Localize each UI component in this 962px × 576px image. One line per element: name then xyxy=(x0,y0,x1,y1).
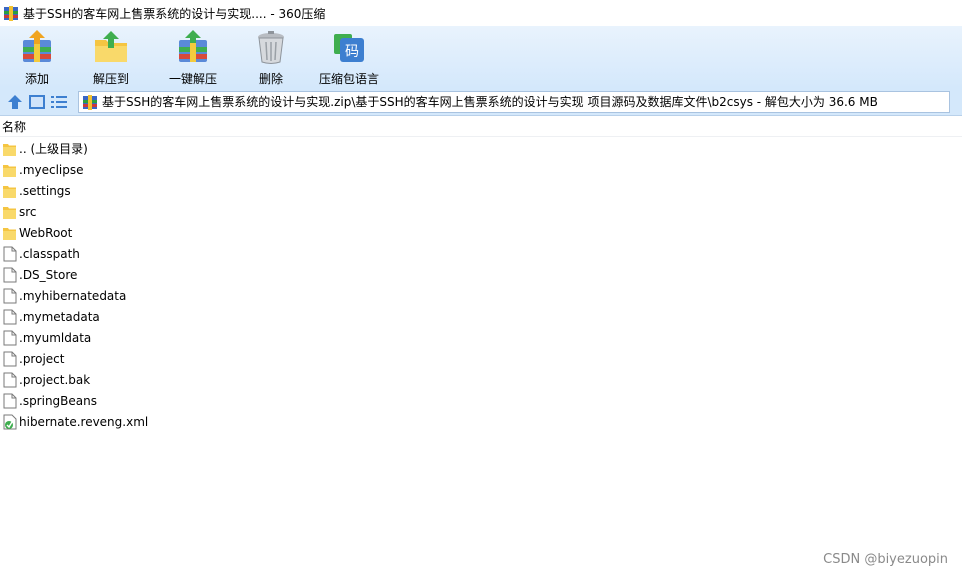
archive-language-button[interactable]: 码 压缩包语言 xyxy=(310,26,388,88)
list-item[interactable]: WebRoot xyxy=(0,222,962,243)
file-list: .. (上级目录) .myeclipse .settings src WebRoot .c… xyxy=(0,138,962,432)
archive-file-icon xyxy=(83,94,97,110)
icon-view-button[interactable] xyxy=(26,91,48,113)
file-icon xyxy=(3,288,17,303)
file-name: src xyxy=(19,204,37,219)
extract-to-label: 解压到 xyxy=(92,72,129,86)
address-row: 基于SSH的客车网上售票系统的设计与实现.zip\基于SSH的客车网上售票系统的… xyxy=(0,88,962,116)
list-item[interactable]: .springBeans xyxy=(0,390,962,411)
list-item[interactable]: .mymetadata xyxy=(0,306,962,327)
file-name: WebRoot xyxy=(19,225,73,240)
file-name: .myumldata xyxy=(19,330,92,345)
file-icon xyxy=(3,246,17,261)
file-icon xyxy=(3,351,17,366)
archive-language-icon: 码 xyxy=(334,34,364,62)
file-name: .settings xyxy=(19,183,71,198)
list-item[interactable]: .project xyxy=(0,348,962,369)
folder-icon xyxy=(3,164,16,177)
trash-can-icon xyxy=(258,31,284,64)
list-item[interactable]: .project.bak xyxy=(0,369,962,390)
file-icon xyxy=(3,267,17,282)
file-name: .myeclipse xyxy=(19,162,84,177)
list-item[interactable]: .settings xyxy=(0,180,962,201)
list-item[interactable]: .classpath xyxy=(0,243,962,264)
address-path: 基于SSH的客车网上售票系统的设计与实现.zip\基于SSH的客车网上售票系统的… xyxy=(102,95,878,109)
file-name: .project.bak xyxy=(19,372,91,387)
archive-app-icon xyxy=(4,6,18,21)
delete-button[interactable]: 删除 xyxy=(236,26,306,88)
archive-language-glyph: 码 xyxy=(345,44,359,60)
file-name: hibernate.reveng.xml xyxy=(19,414,149,429)
one-click-extract-icon xyxy=(179,30,207,62)
column-header-name[interactable]: 名称 xyxy=(0,117,962,137)
add-label: 添加 xyxy=(24,72,49,86)
title-bar: 基于SSH的客车网上售票系统的设计与实现.... - 360压缩 xyxy=(0,0,962,26)
file-name: .classpath xyxy=(19,246,80,261)
watermark: CSDN @biyezuopin xyxy=(823,552,948,567)
archive-window: 基于SSH的客车网上售票系统的设计与实现.... - 360压缩 添加 解压到 xyxy=(0,0,962,576)
xml-file-icon xyxy=(3,414,17,429)
file-name: .project xyxy=(19,351,65,366)
file-name: .DS_Store xyxy=(19,267,78,282)
arrow-up-icon xyxy=(8,94,22,109)
one-click-extract-label: 一键解压 xyxy=(168,72,217,86)
address-bar[interactable]: 基于SSH的客车网上售票系统的设计与实现.zip\基于SSH的客车网上售票系统的… xyxy=(78,90,950,113)
list-view-button[interactable] xyxy=(48,91,70,113)
folder-icon xyxy=(3,185,16,198)
extract-to-folder-icon xyxy=(95,31,127,62)
list-item[interactable]: .myumldata xyxy=(0,327,962,348)
archive-language-label: 压缩包语言 xyxy=(318,72,379,86)
file-icon xyxy=(3,393,17,408)
file-name: .springBeans xyxy=(19,393,97,408)
file-icon xyxy=(3,309,17,324)
file-name: .myhibernatedata xyxy=(19,288,127,303)
column-name-label: 名称 xyxy=(2,120,27,134)
list-item[interactable]: .myeclipse xyxy=(0,159,962,180)
one-click-extract-button[interactable]: 一键解压 xyxy=(150,26,236,88)
file-name: .mymetadata xyxy=(19,309,100,324)
add-button[interactable]: 添加 xyxy=(2,26,72,88)
list-item[interactable]: .. (上级目录) xyxy=(0,138,962,159)
folder-icon xyxy=(3,143,16,156)
list-view-icon xyxy=(51,95,67,108)
add-archive-icon xyxy=(23,30,51,62)
list-item[interactable]: .DS_Store xyxy=(0,264,962,285)
file-name: .. (上级目录) xyxy=(19,142,88,156)
file-icon xyxy=(3,330,17,345)
delete-label: 删除 xyxy=(258,72,283,86)
window-title: 基于SSH的客车网上售票系统的设计与实现.... - 360压缩 xyxy=(23,6,326,21)
folder-icon xyxy=(3,206,16,219)
up-level-button[interactable] xyxy=(4,91,26,113)
file-icon xyxy=(3,372,17,387)
icon-view-icon xyxy=(29,94,45,109)
list-item[interactable]: src xyxy=(0,201,962,222)
extract-to-button[interactable]: 解压到 xyxy=(76,26,146,88)
folder-icon xyxy=(3,227,16,240)
toolbar: 添加 解压到 一键解压 删除 码 压缩包语言 xyxy=(0,26,962,88)
list-item[interactable]: .myhibernatedata xyxy=(0,285,962,306)
list-item[interactable]: hibernate.reveng.xml xyxy=(0,411,962,432)
